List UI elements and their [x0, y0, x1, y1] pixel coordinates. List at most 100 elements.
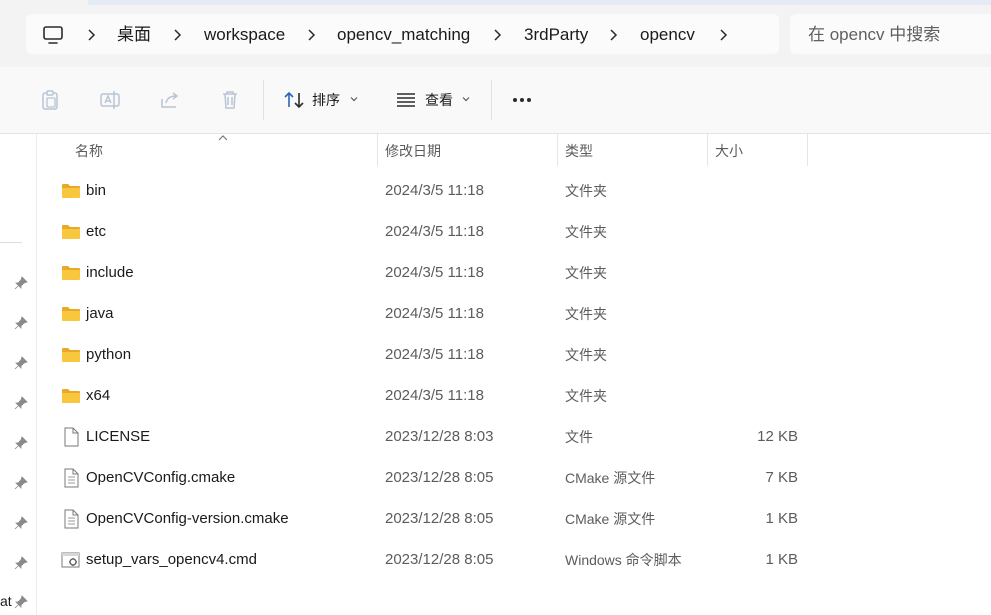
file-type: 文件夹: [565, 265, 607, 281]
pin-icon[interactable]: [14, 316, 28, 330]
navigation-pane[interactable]: [0, 134, 37, 615]
file-modified-date: 2023/12/28 8:05: [385, 510, 494, 527]
nav-divider: [0, 242, 22, 243]
file-name: include: [86, 264, 134, 281]
breadcrumb-opencv[interactable]: opencv: [640, 24, 695, 46]
pin-icon[interactable]: [14, 276, 28, 290]
file-row[interactable]: OpenCVConfig.cmake 2023/12/28 8:05 CMake 源…: [38, 458, 991, 499]
file-row[interactable]: x64 2024/3/5 11:18 文件夹: [38, 376, 991, 417]
file-modified-date: 2024/3/5 11:18: [385, 264, 484, 281]
file-name: etc: [86, 223, 107, 240]
file-modified-date: 2023/12/28 8:05: [385, 469, 494, 486]
file-row[interactable]: LICENSE 2023/12/28 8:03 文件 12 KB: [38, 417, 991, 458]
pin-icon[interactable]: [14, 356, 28, 370]
breadcrumb-desktop[interactable]: 桌面: [117, 24, 151, 46]
file-type: 文件: [565, 429, 593, 445]
file-name: python: [86, 346, 132, 363]
column-divider[interactable]: [707, 134, 708, 166]
file-modified-date: 2024/3/5 11:18: [385, 305, 484, 322]
file-type: 文件夹: [565, 347, 607, 363]
file-size: 1 KB: [765, 551, 798, 568]
sort-ascending-icon: [218, 135, 228, 141]
file-row[interactable]: setup_vars_opencv4.cmd 2023/12/28 8:05 Win…: [38, 540, 991, 581]
pin-icon[interactable]: [14, 556, 28, 570]
file-size: 1 KB: [765, 510, 798, 527]
file-modified-date: 2024/3/5 11:18: [385, 182, 484, 199]
pin-icon[interactable]: [14, 396, 28, 410]
column-divider[interactable]: [377, 134, 378, 166]
nav-item-label[interactable]: at: [0, 592, 12, 610]
more-options-icon[interactable]: [508, 90, 538, 110]
file-type: CMake 源文件: [565, 511, 656, 527]
file-type: CMake 源文件: [565, 470, 656, 486]
chevron-right-icon[interactable]: [718, 24, 730, 46]
chevron-right-icon[interactable]: [172, 24, 184, 46]
file-size: 7 KB: [765, 469, 798, 486]
delete-icon[interactable]: [218, 88, 242, 112]
breadcrumb-workspace[interactable]: workspace: [204, 24, 285, 46]
chevron-down-icon[interactable]: [350, 96, 358, 102]
toolbar-divider: [263, 80, 264, 120]
file-name: OpenCVConfig-version.cmake: [86, 510, 289, 527]
computer-icon[interactable]: [42, 24, 64, 46]
file-name: LICENSE: [86, 428, 151, 445]
column-header-size[interactable]: 大小: [715, 140, 743, 162]
folder-icon: [60, 386, 82, 406]
file-modified-date: 2024/3/5 11:18: [385, 223, 484, 240]
view-button[interactable]: 查看: [425, 90, 453, 110]
file-modified-date: 2024/3/5 11:18: [385, 387, 484, 404]
chevron-right-icon[interactable]: [492, 24, 504, 46]
paste-icon[interactable]: [38, 88, 62, 112]
file-row[interactable]: java 2024/3/5 11:18 文件夹: [38, 294, 991, 335]
folder-icon: [60, 345, 82, 365]
breadcrumb-3rdparty[interactable]: 3rdParty: [524, 24, 588, 46]
share-icon[interactable]: [158, 88, 182, 112]
chevron-down-icon[interactable]: [462, 96, 470, 102]
pin-icon[interactable]: [14, 516, 28, 530]
search-placeholder[interactable]: 在 opencv 中搜索: [808, 24, 940, 46]
rename-icon[interactable]: [98, 88, 122, 112]
title-bar-strip: [88, 0, 991, 5]
chevron-right-icon[interactable]: [306, 24, 318, 46]
pin-icon[interactable]: [14, 476, 28, 490]
file-name: x64: [86, 387, 111, 404]
folder-icon: [60, 263, 82, 283]
file-modified-date: 2024/3/5 11:18: [385, 346, 484, 363]
file-modified-date: 2023/12/28 8:05: [385, 551, 494, 568]
chevron-right-icon[interactable]: [608, 24, 620, 46]
file-name: OpenCVConfig.cmake: [86, 469, 236, 486]
folder-icon: [60, 181, 82, 201]
sort-button[interactable]: 排序: [312, 90, 340, 110]
file-size: 12 KB: [757, 428, 798, 445]
text-file-icon: [60, 509, 82, 529]
file-name: bin: [86, 182, 107, 199]
column-divider[interactable]: [557, 134, 558, 166]
file-type: 文件夹: [565, 306, 607, 322]
view-icon[interactable]: [394, 88, 418, 112]
column-header-name[interactable]: 名称: [75, 140, 103, 162]
file-row[interactable]: python 2024/3/5 11:18 文件夹: [38, 335, 991, 376]
pin-icon[interactable]: [14, 436, 28, 450]
column-divider[interactable]: [807, 134, 808, 166]
file-row[interactable]: OpenCVConfig-version.cmake 2023/12/28 8:0…: [38, 499, 991, 540]
file-type: Windows 命令脚本: [565, 552, 682, 568]
breadcrumb-opencv-matching[interactable]: opencv_matching: [337, 24, 470, 46]
column-header-type[interactable]: 类型: [565, 140, 593, 162]
file-row[interactable]: bin 2024/3/5 11:18 文件夹: [38, 171, 991, 212]
file-type: 文件夹: [565, 388, 607, 404]
file-row[interactable]: include 2024/3/5 11:18 文件夹: [38, 253, 991, 294]
file-modified-date: 2023/12/28 8:03: [385, 428, 494, 445]
chevron-right-icon[interactable]: [86, 24, 98, 46]
column-header-modified[interactable]: 修改日期: [385, 140, 441, 162]
blank-file-icon: [60, 427, 82, 447]
file-name: setup_vars_opencv4.cmd: [86, 551, 257, 568]
text-file-icon: [60, 468, 82, 488]
pin-icon[interactable]: [14, 595, 28, 609]
sort-icon[interactable]: [282, 88, 306, 112]
file-row[interactable]: etc 2024/3/5 11:18 文件夹: [38, 212, 991, 253]
command-bar: [0, 67, 991, 134]
script-file-icon: [60, 550, 82, 570]
file-type: 文件夹: [565, 183, 607, 199]
folder-icon: [60, 222, 82, 242]
file-type: 文件夹: [565, 224, 607, 240]
